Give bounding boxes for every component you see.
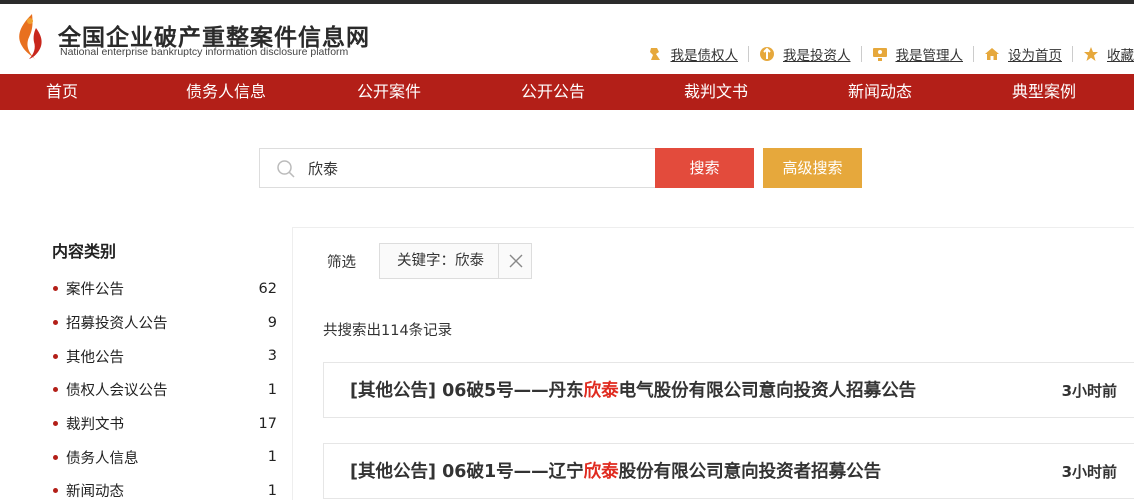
creditor-link-label: 我是债权人 [670, 48, 739, 64]
category-count: 17 [258, 415, 277, 432]
category-count: 9 [267, 314, 277, 331]
result-title-link[interactable]: [其他公告] 06破5号——丹东欣泰电气股份有限公司意向投资人招募公告 [350, 363, 916, 419]
main-nav: 首页 债务人信息 公开案件 公开公告 裁判文书 新闻动态 典型案例 [0, 74, 1134, 110]
nav-judgments[interactable]: 裁判文书 [684, 74, 748, 110]
category-count: 62 [258, 280, 277, 297]
category-label: 招募投资人公告 [66, 316, 168, 333]
nav-debtor-info[interactable]: 债务人信息 [186, 74, 266, 110]
investor-link-label: 我是投资人 [783, 48, 851, 64]
nav-news[interactable]: 新闻动态 [848, 74, 912, 110]
result-item: [其他公告] 06破1号——辽宁欣泰股份有限公司意向投资者招募公告 3小时前 [323, 443, 1134, 499]
star-icon [1084, 47, 1098, 61]
creditor-link[interactable]: 我是债权人 [647, 44, 739, 64]
advanced-search-button[interactable]: 高级搜索 [763, 148, 862, 188]
result-title-prefix: [其他公告] 06破5号——丹东 [350, 381, 584, 401]
flame-logo-icon[interactable] [12, 12, 46, 62]
result-title-prefix: [其他公告] 06破1号——辽宁 [350, 462, 584, 482]
results-panel: 筛选 关键字：欣泰 共搜索出114条记录 [其他公告] 06破5号——丹东欣泰电… [292, 227, 1134, 500]
search-icon [277, 160, 295, 178]
category-count: 1 [267, 381, 277, 398]
category-item[interactable]: 新闻动态 1 [52, 474, 280, 500]
bullet-icon [53, 488, 58, 494]
bookmark-link[interactable]: 收藏 [1083, 44, 1134, 64]
header-links: 我是债权人 我是投资人 我是管理人 设为首页 收藏 [647, 44, 1134, 64]
filter-chip-text: 关键字：欣泰 [397, 253, 484, 269]
result-time: 3小时前 [1061, 382, 1117, 400]
nav-public-notices[interactable]: 公开公告 [521, 74, 585, 110]
set-homepage-label: 设为首页 [1008, 48, 1062, 64]
result-title-suffix: 电气股份有限公司意向投资人招募公告 [618, 381, 917, 401]
category-item[interactable]: 其他公告 3 [52, 339, 280, 373]
result-title-highlight: 欣泰 [583, 381, 619, 401]
result-title-suffix: 股份有限公司意向投资者招募公告 [618, 462, 882, 482]
investor-link[interactable]: 我是投资人 [759, 44, 851, 64]
administrator-icon [872, 48, 887, 61]
category-label: 债权人会议公告 [66, 383, 168, 400]
nav-typical-cases[interactable]: 典型案例 [1012, 74, 1076, 110]
link-separator [748, 46, 749, 62]
nav-home[interactable]: 首页 [46, 74, 78, 110]
search-button[interactable]: 搜索 [655, 148, 754, 188]
result-item: [其他公告] 06破5号——丹东欣泰电气股份有限公司意向投资人招募公告 3小时前 [323, 362, 1134, 418]
category-item[interactable]: 案件公告 62 [52, 272, 280, 306]
bullet-icon [53, 421, 58, 427]
administrator-link-label: 我是管理人 [895, 48, 964, 64]
home-icon [985, 48, 999, 60]
search-box [259, 148, 656, 188]
investor-icon [760, 47, 774, 61]
category-label: 债务人信息 [66, 450, 139, 467]
link-separator [1072, 46, 1073, 62]
bullet-icon [53, 320, 58, 326]
result-count: 共搜索出114条记录 [323, 323, 453, 339]
bullet-icon [53, 387, 58, 393]
site-header: 全国企业破产重整案件信息网 National enterprise bankru… [0, 4, 1134, 74]
result-title-highlight: 欣泰 [583, 462, 619, 482]
bullet-icon [53, 353, 58, 359]
link-separator [973, 46, 974, 62]
bookmark-label: 收藏 [1107, 48, 1134, 64]
keyword-filter-chip: 关键字：欣泰 [379, 243, 532, 279]
chip-divider [498, 244, 499, 278]
category-count: 3 [267, 348, 277, 365]
category-label: 新闻动态 [66, 484, 124, 500]
category-label: 其他公告 [66, 349, 124, 366]
category-label: 裁判文书 [66, 417, 124, 434]
category-count: 1 [267, 449, 277, 466]
category-item[interactable]: 招募投资人公告 9 [52, 306, 280, 340]
administrator-link[interactable]: 我是管理人 [872, 44, 964, 64]
site-subtitle: National enterprise bankruptcy informati… [60, 46, 349, 58]
result-title-link[interactable]: [其他公告] 06破1号——辽宁欣泰股份有限公司意向投资者招募公告 [350, 444, 881, 500]
category-item[interactable]: 债务人信息 1 [52, 440, 280, 474]
category-item[interactable]: 裁判文书 17 [52, 407, 280, 441]
result-time: 3小时前 [1061, 463, 1117, 481]
category-count: 1 [267, 482, 277, 499]
close-icon[interactable] [508, 253, 524, 269]
filter-label: 筛选 [327, 255, 356, 271]
nav-public-cases[interactable]: 公开案件 [357, 74, 421, 110]
set-homepage-link[interactable]: 设为首页 [984, 44, 1062, 64]
category-sidebar: 内容类别 案件公告 62 招募投资人公告 9 其他公告 3 债权人会议公告 1 … [52, 238, 280, 500]
sidebar-title: 内容类别 [52, 242, 117, 261]
bullet-icon [53, 454, 58, 460]
category-label: 案件公告 [66, 282, 124, 299]
creditor-icon [649, 48, 660, 60]
category-item[interactable]: 债权人会议公告 1 [52, 373, 280, 407]
search-input[interactable] [308, 149, 648, 187]
bullet-icon [53, 286, 58, 292]
link-separator [860, 46, 862, 62]
